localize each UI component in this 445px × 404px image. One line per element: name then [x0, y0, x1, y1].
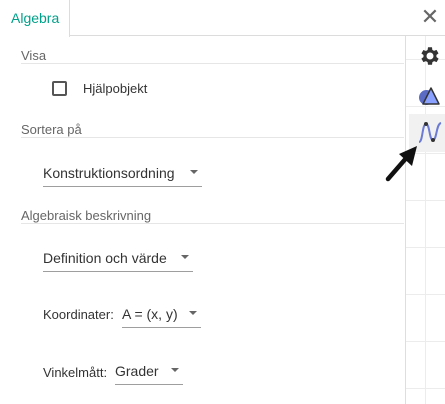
sortera-value: Konstruktionsordning — [43, 165, 175, 181]
graph-icon[interactable] — [417, 120, 443, 146]
beskrivning-value: Definition och värde — [43, 250, 167, 266]
section-title-visa: Visa — [21, 48, 47, 63]
chevron-down-icon — [171, 368, 179, 372]
section-divider — [21, 137, 404, 138]
settings-panel: Visa Hjälpobjekt Sortera på Konstruktion… — [0, 0, 406, 404]
section-title-sortera: Sortera på — [21, 122, 82, 137]
chevron-down-icon — [190, 170, 198, 174]
hjalpobjekt-label: Hjälpobjekt — [83, 81, 148, 96]
section-divider — [21, 223, 404, 224]
vinkel-dropdown[interactable]: Grader — [115, 359, 183, 385]
shapes-icon[interactable] — [417, 84, 443, 110]
gear-icon[interactable] — [417, 44, 443, 70]
sortera-dropdown[interactable]: Konstruktionsordning — [43, 161, 202, 187]
section-divider — [21, 63, 404, 64]
close-icon[interactable]: ✕ — [419, 6, 441, 28]
vinkel-label: Vinkelmått: — [43, 365, 108, 380]
tab-algebra[interactable]: Algebra — [0, 0, 70, 37]
chevron-down-icon — [189, 311, 197, 315]
tab-bar: Algebra ✕ — [0, 0, 445, 37]
beskrivning-dropdown[interactable]: Definition och värde — [43, 246, 193, 272]
hjalpobjekt-checkbox[interactable] — [52, 81, 67, 96]
vinkel-value: Grader — [115, 363, 159, 379]
pointer-arrow-icon — [385, 146, 417, 182]
koordinater-value: A = (x, y) — [122, 306, 178, 322]
chevron-down-icon — [181, 255, 189, 259]
section-title-beskrivning: Algebraisk beskrivning — [21, 208, 152, 223]
koordinater-label: Koordinater: — [43, 307, 114, 322]
koordinater-dropdown[interactable]: A = (x, y) — [122, 302, 201, 328]
